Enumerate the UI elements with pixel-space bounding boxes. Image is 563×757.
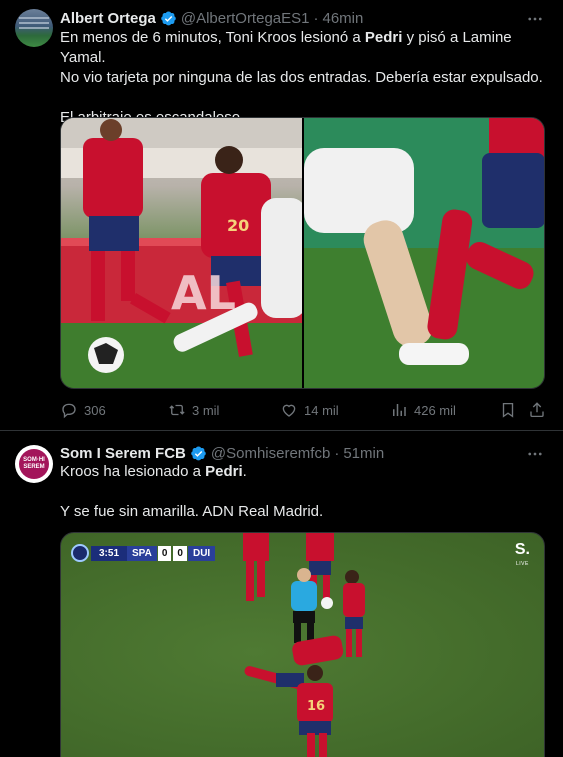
retweet-button[interactable]: 3 mil	[168, 400, 219, 420]
tweet-text-line-3	[60, 88, 547, 108]
jersey-number: 20	[227, 216, 250, 235]
author-name[interactable]: Albert Ortega	[60, 10, 156, 27]
like-icon	[282, 404, 296, 417]
share-icon	[530, 402, 544, 418]
avatar[interactable]	[15, 9, 53, 47]
tweet-actions: 306 3 mil 14 mil 426 mil	[60, 400, 545, 420]
tweet-media-images[interactable]: 20 AL	[60, 117, 545, 389]
tournament-logo-icon	[71, 544, 89, 562]
bookmark-button[interactable]	[499, 400, 523, 420]
reply-icon	[62, 403, 76, 419]
tweet-header: Albert Ortega @AlbertOrtegaES1 · 46min	[60, 9, 363, 27]
tweet-text-line-2: No vio tarjeta por ninguna de las dos en…	[60, 69, 543, 86]
tweet-header: Som I Serem FCB @Somhiseremfcb · 51min	[60, 444, 384, 462]
match-clock: 3:51	[91, 545, 128, 561]
author-handle[interactable]: @Somhiseremfcb	[211, 445, 330, 462]
tweet-albert-ortega[interactable]: Albert Ortega @AlbertOrtegaES1 · 46min E…	[0, 0, 563, 431]
bookmark-icon	[502, 402, 514, 418]
home-score: 0	[157, 545, 172, 561]
views-icon	[393, 404, 406, 416]
views-button[interactable]: 426 mil	[390, 400, 456, 420]
scorebug: 3:51 SPA 0 0 DUI	[71, 544, 216, 562]
tweet-text-line-1: Kroos ha lesionado a Pedri.	[60, 463, 247, 480]
broadcaster-logo: S. LIVE	[514, 541, 530, 568]
like-button[interactable]: 14 mil	[280, 400, 339, 420]
more-options-icon[interactable]	[525, 444, 545, 464]
player-number: 16	[307, 699, 326, 714]
reply-button[interactable]: 306	[60, 400, 106, 420]
avatar-badge: SOM·HI SEREM	[19, 449, 49, 479]
tweet-text: Kroos ha lesionado a Pedri. Y se fue sin…	[60, 462, 547, 522]
author-handle[interactable]: @AlbertOrtegaES1	[181, 10, 310, 27]
tweet-text-line-1: En menos de 6 minutos, Toni Kroos lesion…	[60, 29, 512, 66]
retweet-count: 3 mil	[192, 402, 220, 418]
avatar[interactable]: SOM·HI SEREM	[15, 445, 53, 483]
author-name[interactable]: Som I Serem FCB	[60, 445, 186, 462]
media-image-right[interactable]	[304, 118, 544, 388]
tweet-media-image[interactable]: 3:51 SPA 0 0 DUI S. LIVE 16	[60, 532, 545, 757]
timestamp[interactable]: 51min	[343, 445, 384, 462]
away-team: DUI	[187, 545, 216, 561]
tweet-text-line-2	[60, 482, 547, 502]
tweet-som-i-serem-fcb[interactable]: SOM·HI SEREM Som I Serem FCB @Somhiserem…	[0, 431, 563, 757]
retweet-icon	[169, 404, 185, 416]
ad-board-text: AL	[171, 266, 236, 320]
like-count: 14 mil	[304, 402, 339, 418]
verified-badge-icon	[160, 10, 177, 27]
reply-count: 306	[84, 402, 106, 418]
more-options-icon[interactable]	[525, 9, 545, 29]
tweet-text: En menos de 6 minutos, Toni Kroos lesion…	[60, 28, 547, 128]
home-team: SPA	[127, 545, 157, 561]
separator-dot: ·	[334, 444, 340, 462]
tweet-text-line-3: Y se fue sin amarilla. ADN Real Madrid.	[60, 503, 324, 520]
media-image-left[interactable]: 20 AL	[61, 118, 302, 388]
verified-badge-icon	[190, 445, 207, 462]
timestamp[interactable]: 46min	[322, 10, 363, 27]
separator-dot: ·	[313, 9, 319, 27]
views-count: 426 mil	[414, 402, 456, 418]
share-button[interactable]	[528, 400, 552, 420]
away-score: 0	[173, 545, 187, 561]
